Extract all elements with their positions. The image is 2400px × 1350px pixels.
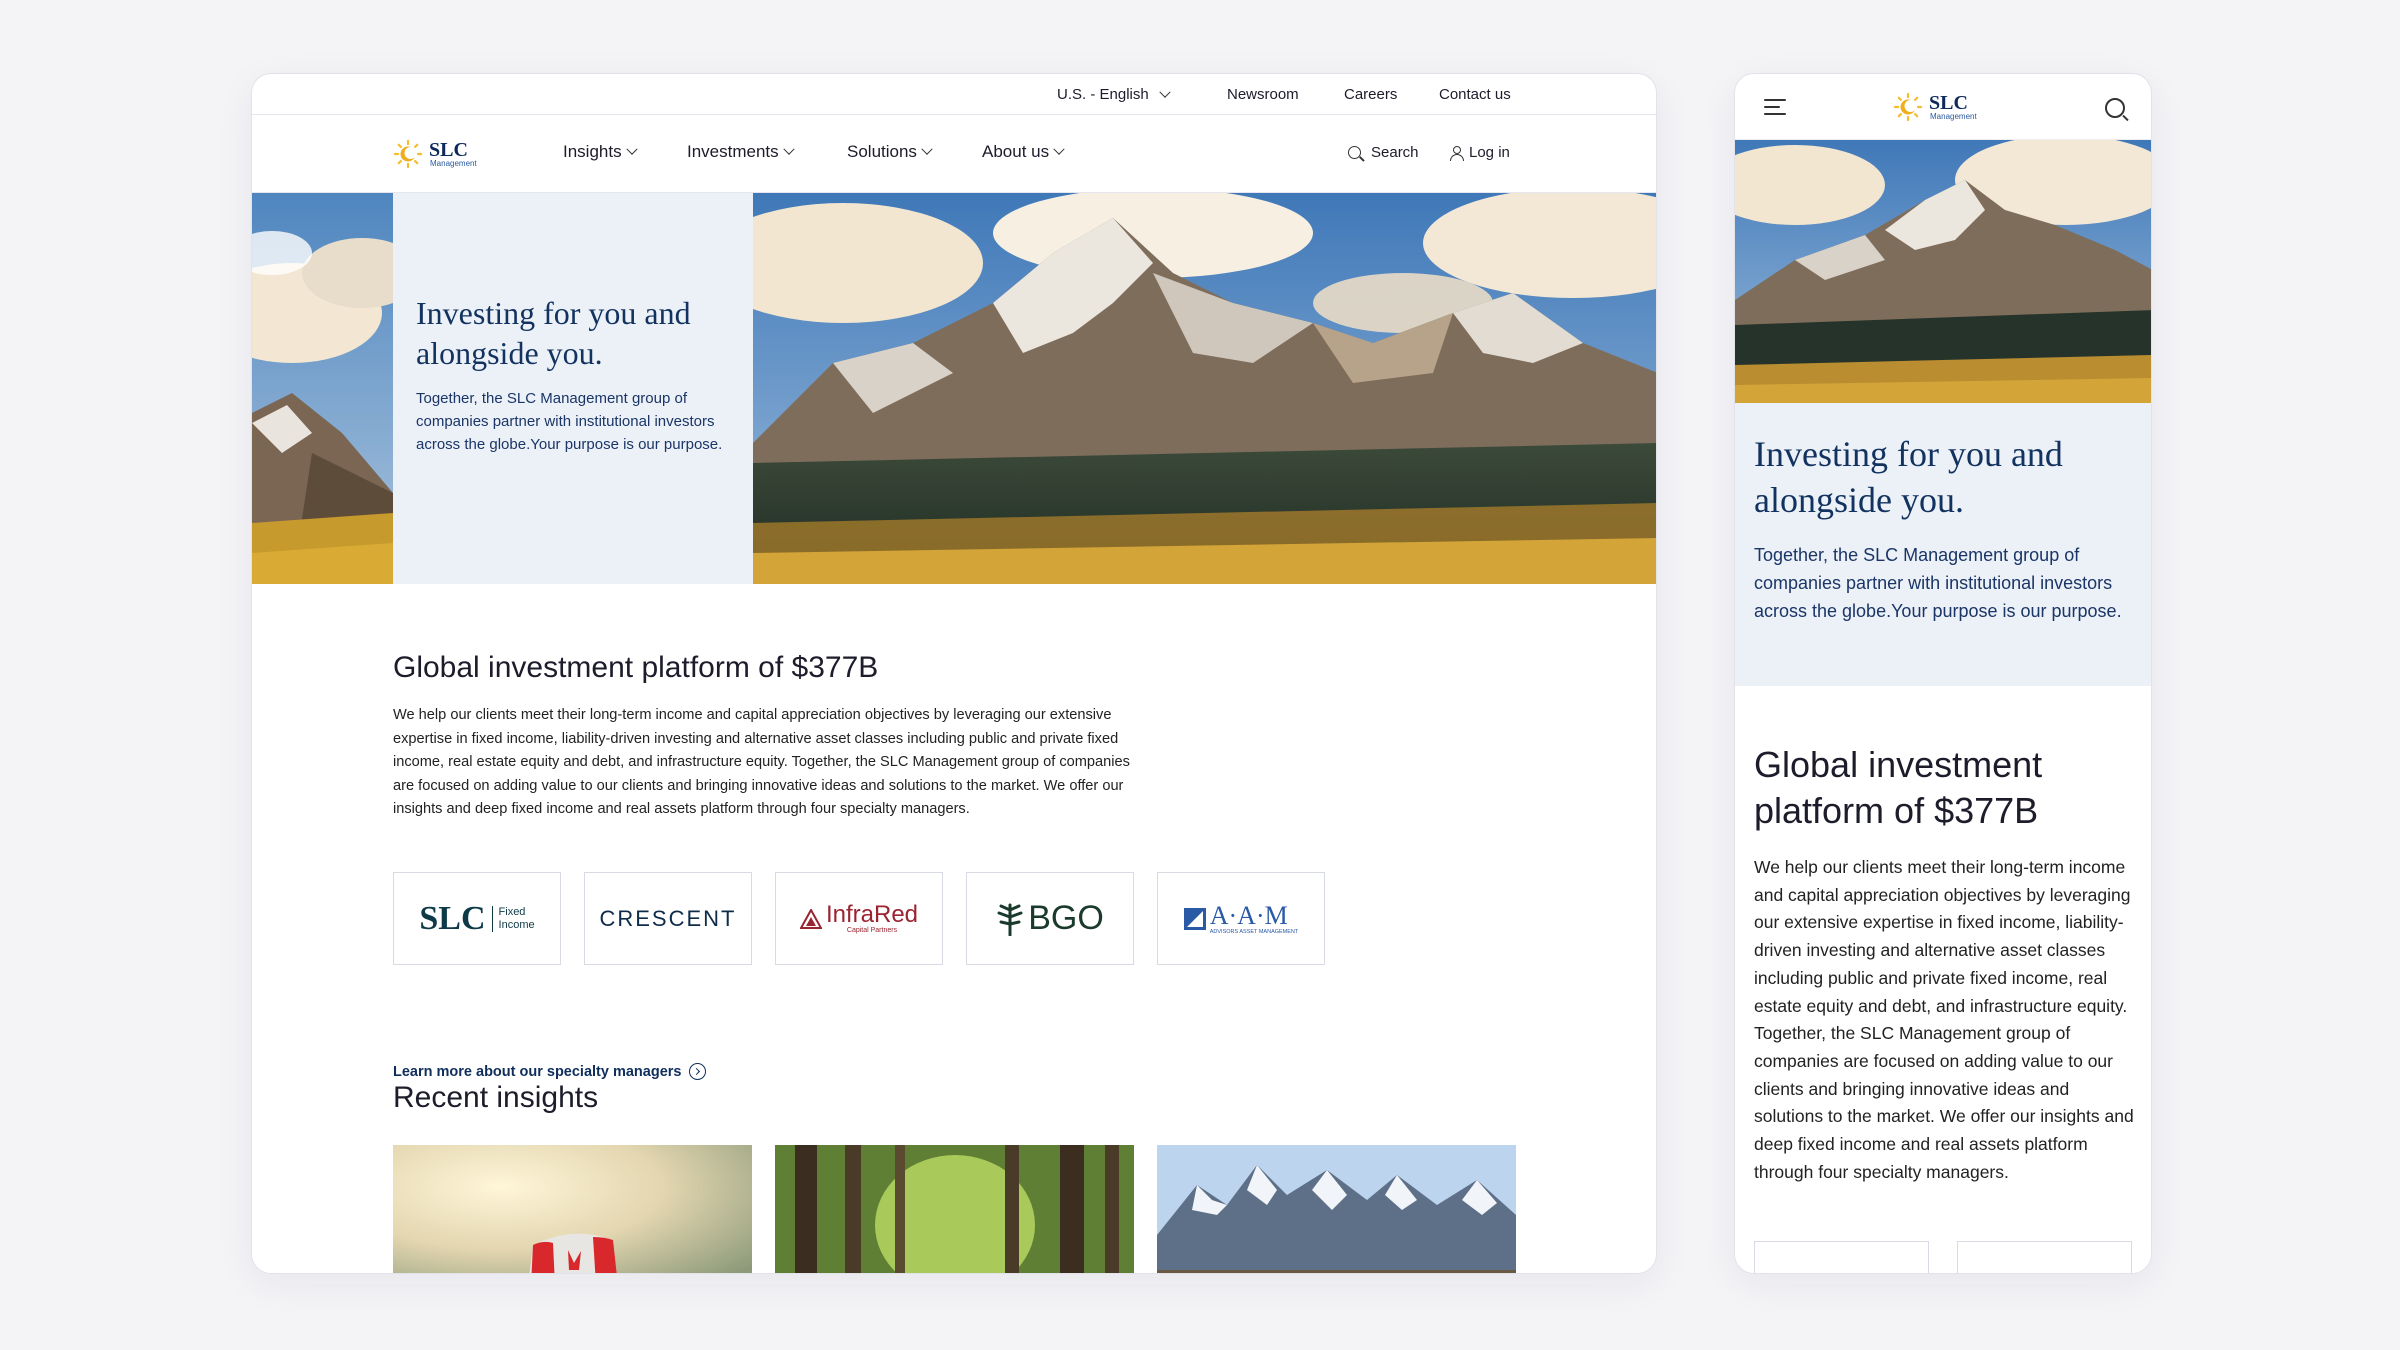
infrared-text: InfraRed Capital Partners (825, 901, 919, 935)
divider (491, 905, 493, 932)
slc-fixed-income-wordmark: SLC (419, 899, 486, 937)
newsroom-link[interactable]: Newsroom (1227, 86, 1299, 103)
chevron-down-icon (1053, 143, 1065, 155)
search-label: Search (1371, 144, 1419, 161)
manager-logo-infrared[interactable]: InfraRed Capital Partners (775, 872, 943, 965)
chevron-down-icon (1159, 86, 1171, 98)
infrared-sub: Capital Partners (846, 927, 898, 934)
logo-wordmark: SLC (429, 139, 468, 161)
login-label: Log in (1469, 144, 1510, 161)
insights-title: Recent insights (393, 1081, 599, 1114)
chevron-down-icon (782, 143, 795, 155)
insight-cards (393, 1145, 1516, 1273)
card-image-mountains (1157, 1145, 1516, 1273)
nav-investments[interactable]: Investments (687, 142, 795, 162)
insight-card-canada[interactable] (393, 1145, 752, 1273)
bgo-wordmark: BGO (1028, 899, 1104, 937)
sub1: Fixed (498, 905, 526, 918)
aam-sub: ADVISORS ASSET MANAGEMENT (1209, 928, 1299, 935)
mobile-manager-boxes (1754, 1241, 2132, 1273)
nav-solutions[interactable]: Solutions (847, 142, 933, 162)
hero-title: Investing for you and alongside you. (416, 295, 691, 371)
manager-logo-slc-fixed-income[interactable]: SLC Fixed Income (393, 872, 561, 965)
platform-section: Global investment platform of $377B (393, 651, 878, 685)
platform-description: We help our clients meet their long-term… (393, 707, 1130, 817)
mobile-platform-title: Global investment platform of $377B (1754, 744, 2043, 831)
nav-insights[interactable]: Insights (563, 142, 638, 162)
infrared-triangle-icon (799, 908, 822, 929)
learn-more-label: Learn more about our specialty managers (393, 1063, 682, 1080)
nav-about-us[interactable]: About us (982, 142, 1065, 162)
main-nav: SLC Management Insights Investments Solu… (252, 115, 1656, 193)
language-selector[interactable]: U.S. - English (1057, 86, 1171, 103)
mobile-hero-description: Together, the SLC Management group of co… (1754, 545, 2122, 621)
card-image-forest (775, 1145, 1134, 1273)
user-icon (1449, 145, 1464, 161)
sub2: Income (498, 918, 535, 931)
chevron-down-icon (625, 143, 638, 155)
utility-bar: U.S. - English Newsroom Careers Contact … (252, 74, 1656, 115)
sun-logo-icon (393, 139, 423, 169)
nav-solutions-label: Solutions (847, 142, 917, 161)
specialty-managers: SLC Fixed Income CRESCENT InfraRed Capit… (393, 872, 1325, 965)
arrow-circle-icon (689, 1063, 707, 1080)
mobile-platform-description: We help our clients meet their long-term… (1754, 857, 2134, 1182)
slc-fixed-income-sub: Fixed Income (499, 906, 535, 932)
desktop-frame: U.S. - English Newsroom Careers Contact … (251, 73, 1657, 1274)
crescent-wordmark: CRESCENT (599, 905, 737, 931)
mobile-manager-box[interactable] (1957, 1241, 2132, 1273)
aam-wordmark: A·A·M (1209, 900, 1288, 930)
platform-title: Global investment platform of $377B (393, 651, 879, 684)
logo-wordmark: SLC (1929, 92, 1968, 114)
contact-link[interactable]: Contact us (1439, 86, 1511, 103)
hero-section: Investing for you and alongside you. Tog… (252, 193, 1656, 584)
hero-side-image (252, 193, 393, 584)
manager-logo-crescent[interactable]: CRESCENT (584, 872, 752, 965)
aam-text: A·A·M ADVISORS ASSET MANAGEMENT (1209, 900, 1299, 935)
bgo-leaf-icon (997, 903, 1023, 936)
search-button[interactable]: Search (1348, 144, 1419, 161)
sun-logo-icon (1893, 92, 1923, 122)
mobile-manager-box[interactable] (1754, 1241, 1929, 1273)
manager-logo-aam[interactable]: A·A·M ADVISORS ASSET MANAGEMENT (1157, 872, 1325, 965)
logo-subtitle: Management (430, 159, 477, 168)
mobile-frame: SLC Management Investing for you and alo… (1734, 73, 2152, 1274)
nav-about-label: About us (982, 142, 1050, 161)
insights-header: Recent insights (393, 1081, 598, 1115)
logo-subtitle: Management (1930, 112, 1977, 121)
nav-investments-label: Investments (687, 142, 779, 161)
aam-flag-icon (1183, 907, 1206, 930)
mobile-hero-image (1735, 140, 2151, 403)
hero-mountain-image (753, 193, 1656, 584)
search-icon (1348, 146, 1361, 159)
learn-more-link[interactable]: Learn more about our specialty managers (393, 1063, 707, 1080)
mobile-hero-title: Investing for you and alongside you. (1754, 434, 2063, 520)
infrared-wordmark: InfraRed (825, 901, 919, 928)
manager-logo-bgo[interactable]: BGO (966, 872, 1134, 965)
card-image-flag (393, 1145, 752, 1273)
mobile-topbar: SLC Management (1735, 74, 2151, 140)
login-button[interactable]: Log in (1449, 144, 1510, 161)
menu-icon[interactable] (1764, 99, 1786, 115)
nav-insights-label: Insights (563, 142, 622, 161)
hero-description: Together, the SLC Management group of co… (416, 390, 723, 453)
insight-card-mountains[interactable] (1157, 1145, 1516, 1273)
insight-card-forest[interactable] (775, 1145, 1134, 1273)
careers-link[interactable]: Careers (1344, 86, 1397, 103)
slc-logo[interactable]: SLC Management (393, 139, 477, 169)
hero-text-panel: Investing for you and alongside you. Tog… (393, 193, 753, 584)
mobile-slc-logo[interactable]: SLC Management (1893, 92, 1977, 122)
mobile-search-icon[interactable] (2105, 98, 2125, 118)
mobile-hero-panel: Investing for you and alongside you. Tog… (1735, 403, 2151, 686)
language-label: U.S. - English (1057, 86, 1149, 103)
chevron-down-icon (921, 143, 933, 155)
